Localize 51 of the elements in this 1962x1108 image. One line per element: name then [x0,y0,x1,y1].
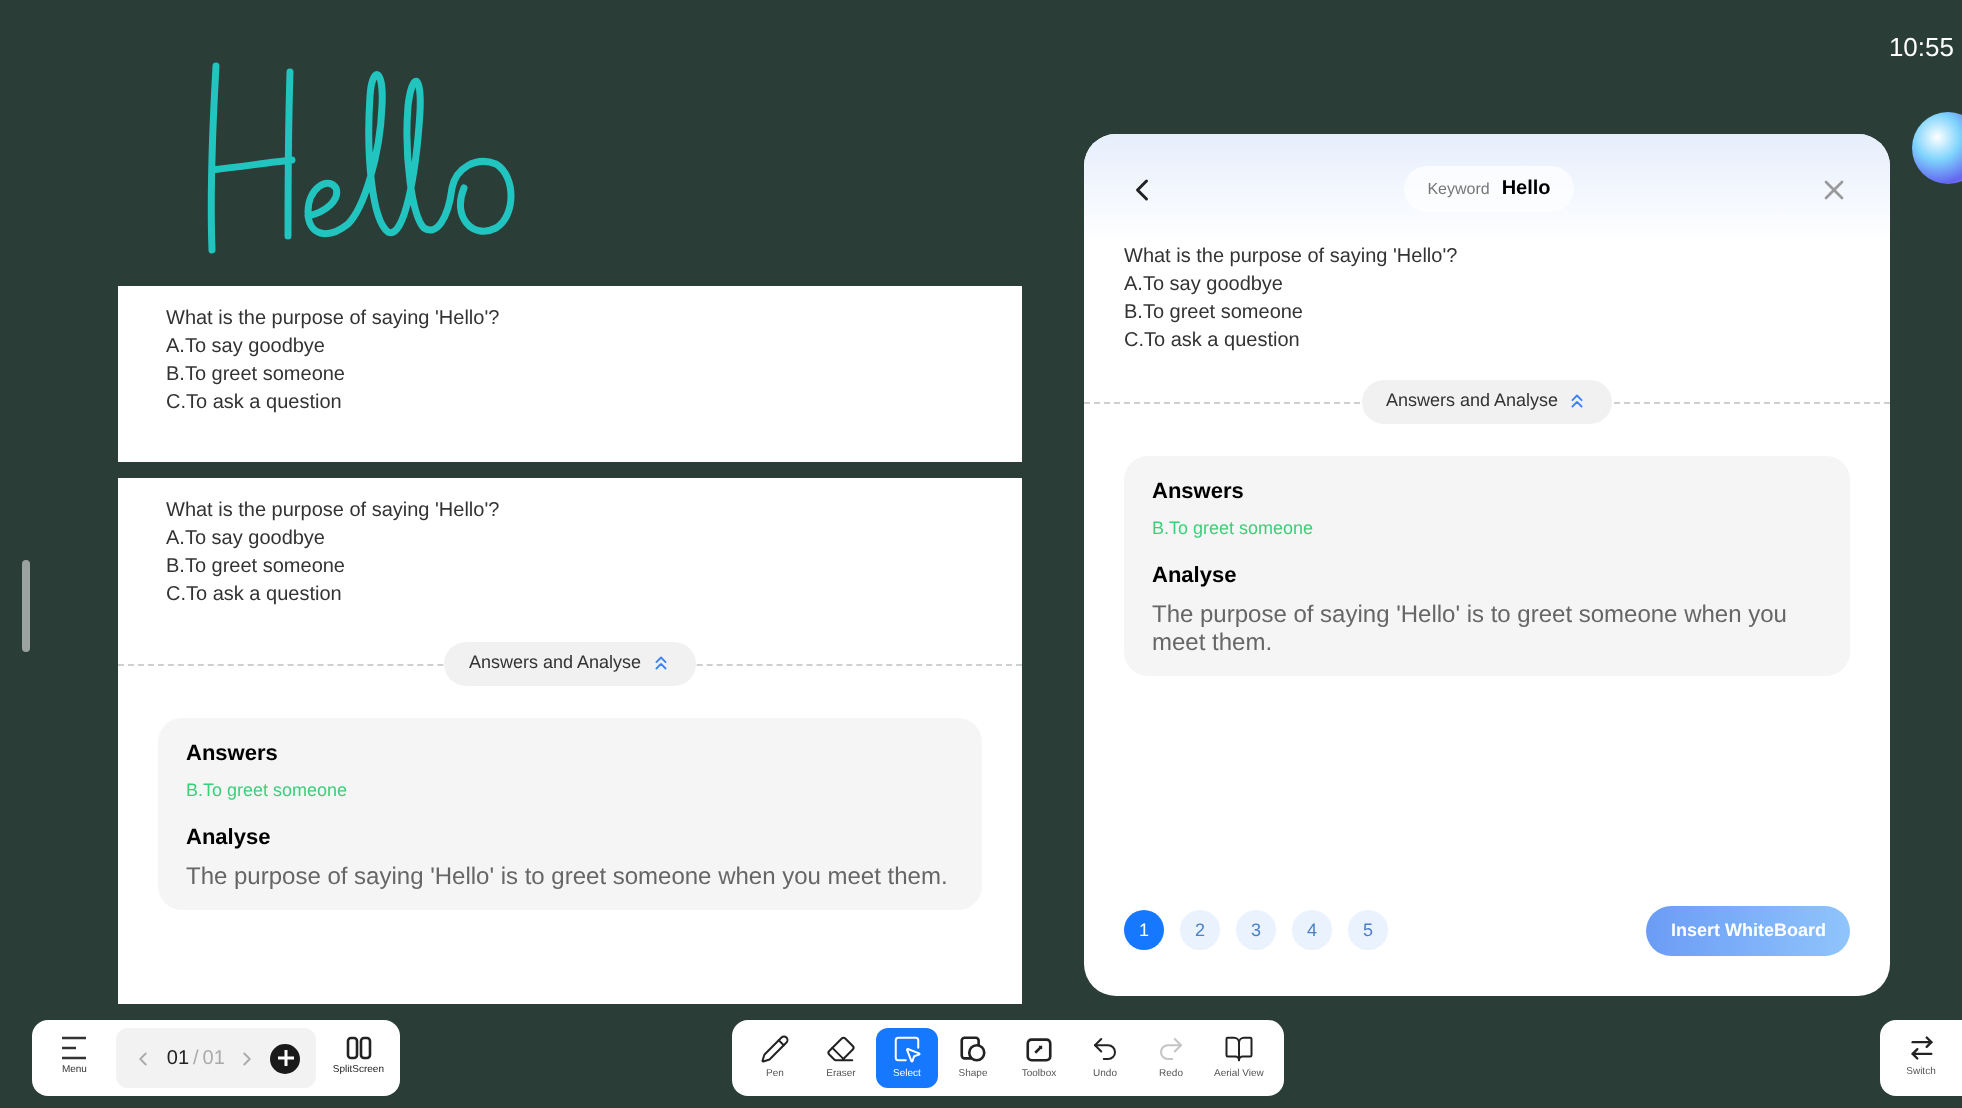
chevrons-up-icon [649,652,672,675]
page-number[interactable]: 2 [1180,910,1220,951]
page-number[interactable]: 4 [1292,910,1332,951]
page-separator: / [193,1045,199,1073]
answers-heading: Answers [1152,477,1246,507]
answer-option: A.To say goodbye [166,334,974,362]
redo-icon [1156,1033,1186,1064]
menu-icon [60,1036,89,1061]
question-text: What is the purpose of saying 'Hello'? [166,306,502,334]
answers-heading: Answers [186,739,280,769]
page-number[interactable]: 1 [1124,910,1164,951]
answer-option: B.To greet someone [166,362,974,390]
question-card[interactable] [118,478,1022,1004]
add-page-button[interactable] [270,1043,301,1073]
analysis-text: The purpose of saying 'Hello' is to greet someone when you meet them. [186,862,950,890]
answer-option: C.To ask a question [1124,328,1850,356]
answer-option: A.To say goodbye [166,526,974,554]
answers-toggle[interactable]: Answers and Analyse [444,642,696,685]
answer-option: B.To greet someone [1124,300,1850,328]
question-text: What is the purpose of saying 'Hello'? [1124,244,1460,272]
answers-toggle[interactable]: Answers and Analyse [1361,380,1613,423]
page-number[interactable]: 3 [1236,910,1276,951]
swap-arrows-icon [1907,1034,1935,1063]
toolbox-icon [1024,1033,1054,1064]
question-text: What is the purpose of saying 'Hello'? [166,498,502,526]
shapes-icon [958,1033,988,1064]
page-current: 01 [166,1045,190,1073]
page-total: 01 [202,1045,225,1073]
analysis-text: The purpose of saying 'Hello' is to greet someone when you meet them. [1152,600,1789,656]
pointer-square-icon [892,1033,922,1064]
answer-option: C.To ask a question [166,582,974,610]
undo-icon [1090,1033,1120,1064]
page-number[interactable]: 5 [1348,910,1388,951]
answer-option: B.To greet someone [166,554,974,582]
analyse-heading: Analyse [186,823,273,853]
answer-option: C.To ask a question [166,390,974,418]
map-icon [1223,1033,1254,1064]
question-card[interactable]: What is the purpose of saying 'Hello'? A.To say goodbye B.To greet someone C.To ask a question [118,286,1022,462]
correct-answer: B.To greet someone [186,778,350,804]
clock: 10:55 [1888,30,1954,66]
keyword-label: Keyword [1427,177,1490,201]
correct-answer: B.To greet someone [1152,516,1316,542]
chevrons-up-icon [1566,390,1589,413]
keyword-value: Hello [1501,176,1551,204]
plus-icon [277,1050,294,1066]
drawer-handle[interactable] [22,560,30,652]
eraser-icon [826,1033,856,1064]
two-columns-icon [345,1036,372,1061]
pen-icon [760,1033,790,1064]
answer-option: A.To say goodbye [1124,272,1850,300]
analyse-heading: Analyse [1152,561,1239,591]
